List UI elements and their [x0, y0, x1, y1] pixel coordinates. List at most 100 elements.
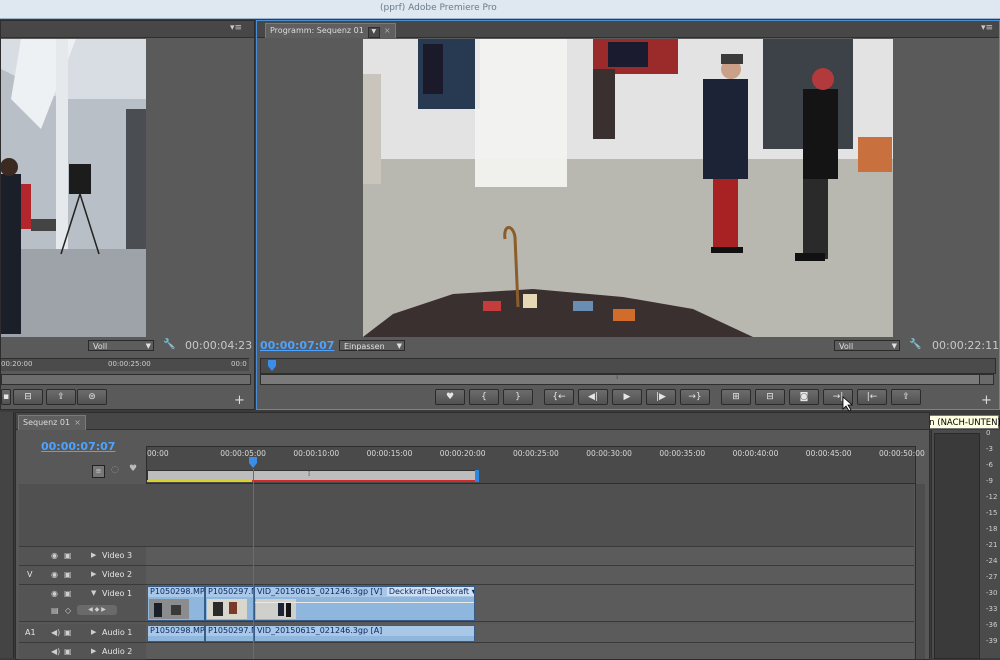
ruler-label: 00:00:05:00	[220, 449, 266, 458]
playhead-marker-icon[interactable]	[267, 360, 277, 372]
mark-out-button[interactable]: }	[503, 389, 533, 405]
timeline-tabbar: Sequenz 01 ×	[16, 413, 929, 430]
timeline-current-time[interactable]: 00:00:07:07	[41, 440, 115, 453]
track-target-a1[interactable]: A1	[25, 628, 36, 637]
add-button-icon[interactable]: +	[234, 393, 245, 408]
work-area-end[interactable]	[475, 470, 479, 482]
close-icon[interactable]: ×	[74, 418, 81, 427]
eye-icon[interactable]: ◉	[51, 570, 58, 579]
extract-button[interactable]: ⊟	[755, 389, 785, 405]
overwrite-button[interactable]: ⊟	[13, 389, 43, 405]
program-zoom-select[interactable]: Einpassen ▼	[339, 340, 405, 351]
program-monitor-panel: Programm: Sequenz 01 ▼ × ▾≡ 00:00:07:07 …	[256, 20, 1000, 410]
collapse-triangle-icon[interactable]: ▼	[91, 589, 96, 597]
lift-button[interactable]: ⊜	[77, 389, 107, 405]
program-duration: 00:00:22:11	[932, 339, 1000, 352]
track-video3-lane[interactable]	[146, 547, 914, 566]
lock-icon[interactable]: ▣	[64, 589, 72, 598]
previous-edit-point-button[interactable]: |←	[857, 389, 887, 405]
mouse-cursor-icon	[842, 396, 854, 412]
clip-audio-1[interactable]: P1050298.MP4	[147, 625, 205, 642]
source-duration: 00:00:04:23	[185, 339, 253, 352]
snap-icon[interactable]: ≡	[92, 465, 105, 478]
step-forward-button[interactable]: |▶	[646, 389, 676, 405]
timeline-vscroll[interactable]	[915, 484, 925, 624]
lift-button[interactable]: ⊞	[721, 389, 751, 405]
expand-triangle-icon[interactable]: ▶	[91, 570, 96, 578]
clip-audio-3[interactable]: VID_20150615_021246.3gp [A]	[254, 625, 475, 642]
add-button-icon[interactable]: +	[981, 393, 992, 408]
meter-tick-label: -12	[986, 493, 998, 501]
source-fit-select[interactable]: Voll ▼	[88, 340, 154, 351]
ruler-label: 00:00:35:00	[659, 449, 706, 458]
track-audio2-header: ◀) ▣ ▶ Audio 2	[19, 643, 146, 660]
program-fit-select[interactable]: Voll ▼	[834, 340, 900, 351]
tab-program-label: Programm: Sequenz 01	[270, 26, 364, 35]
meter-tick-label: 0	[986, 429, 991, 437]
opacity-label: Deckkraft:Deckkraft	[388, 587, 470, 596]
speaker-icon[interactable]: ◀)	[51, 628, 60, 637]
ruler-label: 00:00:25:00	[108, 360, 151, 368]
go-to-in-button[interactable]: {←	[544, 389, 574, 405]
lock-icon[interactable]: ▣	[64, 570, 72, 579]
source-tabbar: ▾≡	[1, 21, 254, 38]
button-editor-button[interactable]: ⇪	[891, 389, 921, 405]
program-current-time[interactable]: 00:00:07:07	[260, 339, 334, 352]
play-button[interactable]: ▶	[612, 389, 642, 405]
meter-tick-label: -15	[986, 509, 998, 517]
playhead-marker-icon[interactable]	[248, 457, 258, 469]
tab-program[interactable]: Programm: Sequenz 01 ▼ ×	[265, 23, 396, 38]
insert-button[interactable]: ▪	[1, 389, 11, 405]
track-audio2-lane[interactable]	[146, 643, 914, 659]
tab-sequence[interactable]: Sequenz 01 ×	[18, 415, 86, 430]
chevron-down-icon[interactable]: ▼	[367, 27, 380, 38]
keyframe-nav[interactable]: ◀ ◆ ▶	[77, 605, 117, 615]
wrench-icon[interactable]: 🔧	[163, 339, 175, 350]
eye-icon[interactable]: ◉	[51, 589, 58, 598]
step-back-button[interactable]: ◀|	[578, 389, 608, 405]
marker-icon[interactable]: ♥	[129, 464, 137, 474]
clip-thumbnail	[207, 599, 247, 619]
program-zoom-label: Einpassen	[344, 342, 385, 351]
ruler-label: 00:00:40:00	[732, 449, 779, 458]
go-to-out-button[interactable]: →}	[680, 389, 710, 405]
export-frame-button[interactable]: ◙	[789, 389, 819, 405]
clip-video-3[interactable]: VID_20150615_021246.3gp [V] Deckkraft:De…	[254, 586, 475, 621]
panel-menu-icon[interactable]: ▾≡	[230, 23, 242, 33]
track-target-v[interactable]: V	[27, 570, 32, 579]
clip-video-1[interactable]: P1050298.MP4	[147, 586, 205, 621]
export-frame-button[interactable]: ⇪	[46, 389, 76, 405]
display-style-icon[interactable]: ▤	[51, 606, 59, 615]
scroll-grip-icon: ⁞	[616, 373, 619, 381]
source-zoom-scrollbar[interactable]	[1, 374, 251, 385]
clip-video-2[interactable]: P1050297.MP4	[205, 586, 254, 621]
expand-triangle-icon[interactable]: ▶	[91, 551, 96, 559]
keyframe-icon[interactable]: ◇	[65, 606, 71, 615]
program-zoom-scrollbar[interactable]: ⁞	[260, 373, 980, 385]
clip-audio-2[interactable]: P1050297.MP4	[205, 625, 254, 642]
add-marker-button[interactable]: ♥	[435, 389, 465, 405]
lock-icon[interactable]: ▣	[64, 628, 72, 637]
lock-icon[interactable]: ▣	[64, 551, 72, 560]
chevron-down-icon: ▼	[145, 342, 151, 350]
opacity-line[interactable]	[255, 602, 474, 603]
track-video2-lane[interactable]	[146, 566, 914, 585]
ruler-label: 00:0	[231, 360, 247, 368]
track-video1-label: Video 1	[102, 589, 133, 598]
scrollbar-end[interactable]	[979, 374, 994, 385]
close-icon[interactable]: ×	[384, 26, 391, 35]
timeline-vscroll-audio[interactable]	[915, 624, 925, 659]
speaker-icon[interactable]: ◀)	[51, 647, 60, 656]
eye-icon[interactable]: ◉	[51, 551, 58, 560]
link-icon[interactable]: ◌	[111, 465, 119, 475]
program-time-ruler[interactable]	[260, 358, 996, 374]
opacity-dropdown[interactable]: Deckkraft:Deckkraft ▾	[386, 587, 474, 596]
track-video2-label: Video 2	[102, 570, 133, 579]
lock-icon[interactable]: ▣	[64, 647, 72, 656]
panel-menu-icon[interactable]: ▾≡	[981, 23, 993, 33]
expand-triangle-icon[interactable]: ▶	[91, 647, 96, 655]
expand-triangle-icon[interactable]: ▶	[91, 628, 96, 636]
mark-in-button[interactable]: {	[469, 389, 499, 405]
wrench-icon[interactable]: 🔧	[909, 339, 921, 350]
track-audio1-header: A1 ◀) ▣ ▶ Audio 1	[19, 624, 146, 643]
